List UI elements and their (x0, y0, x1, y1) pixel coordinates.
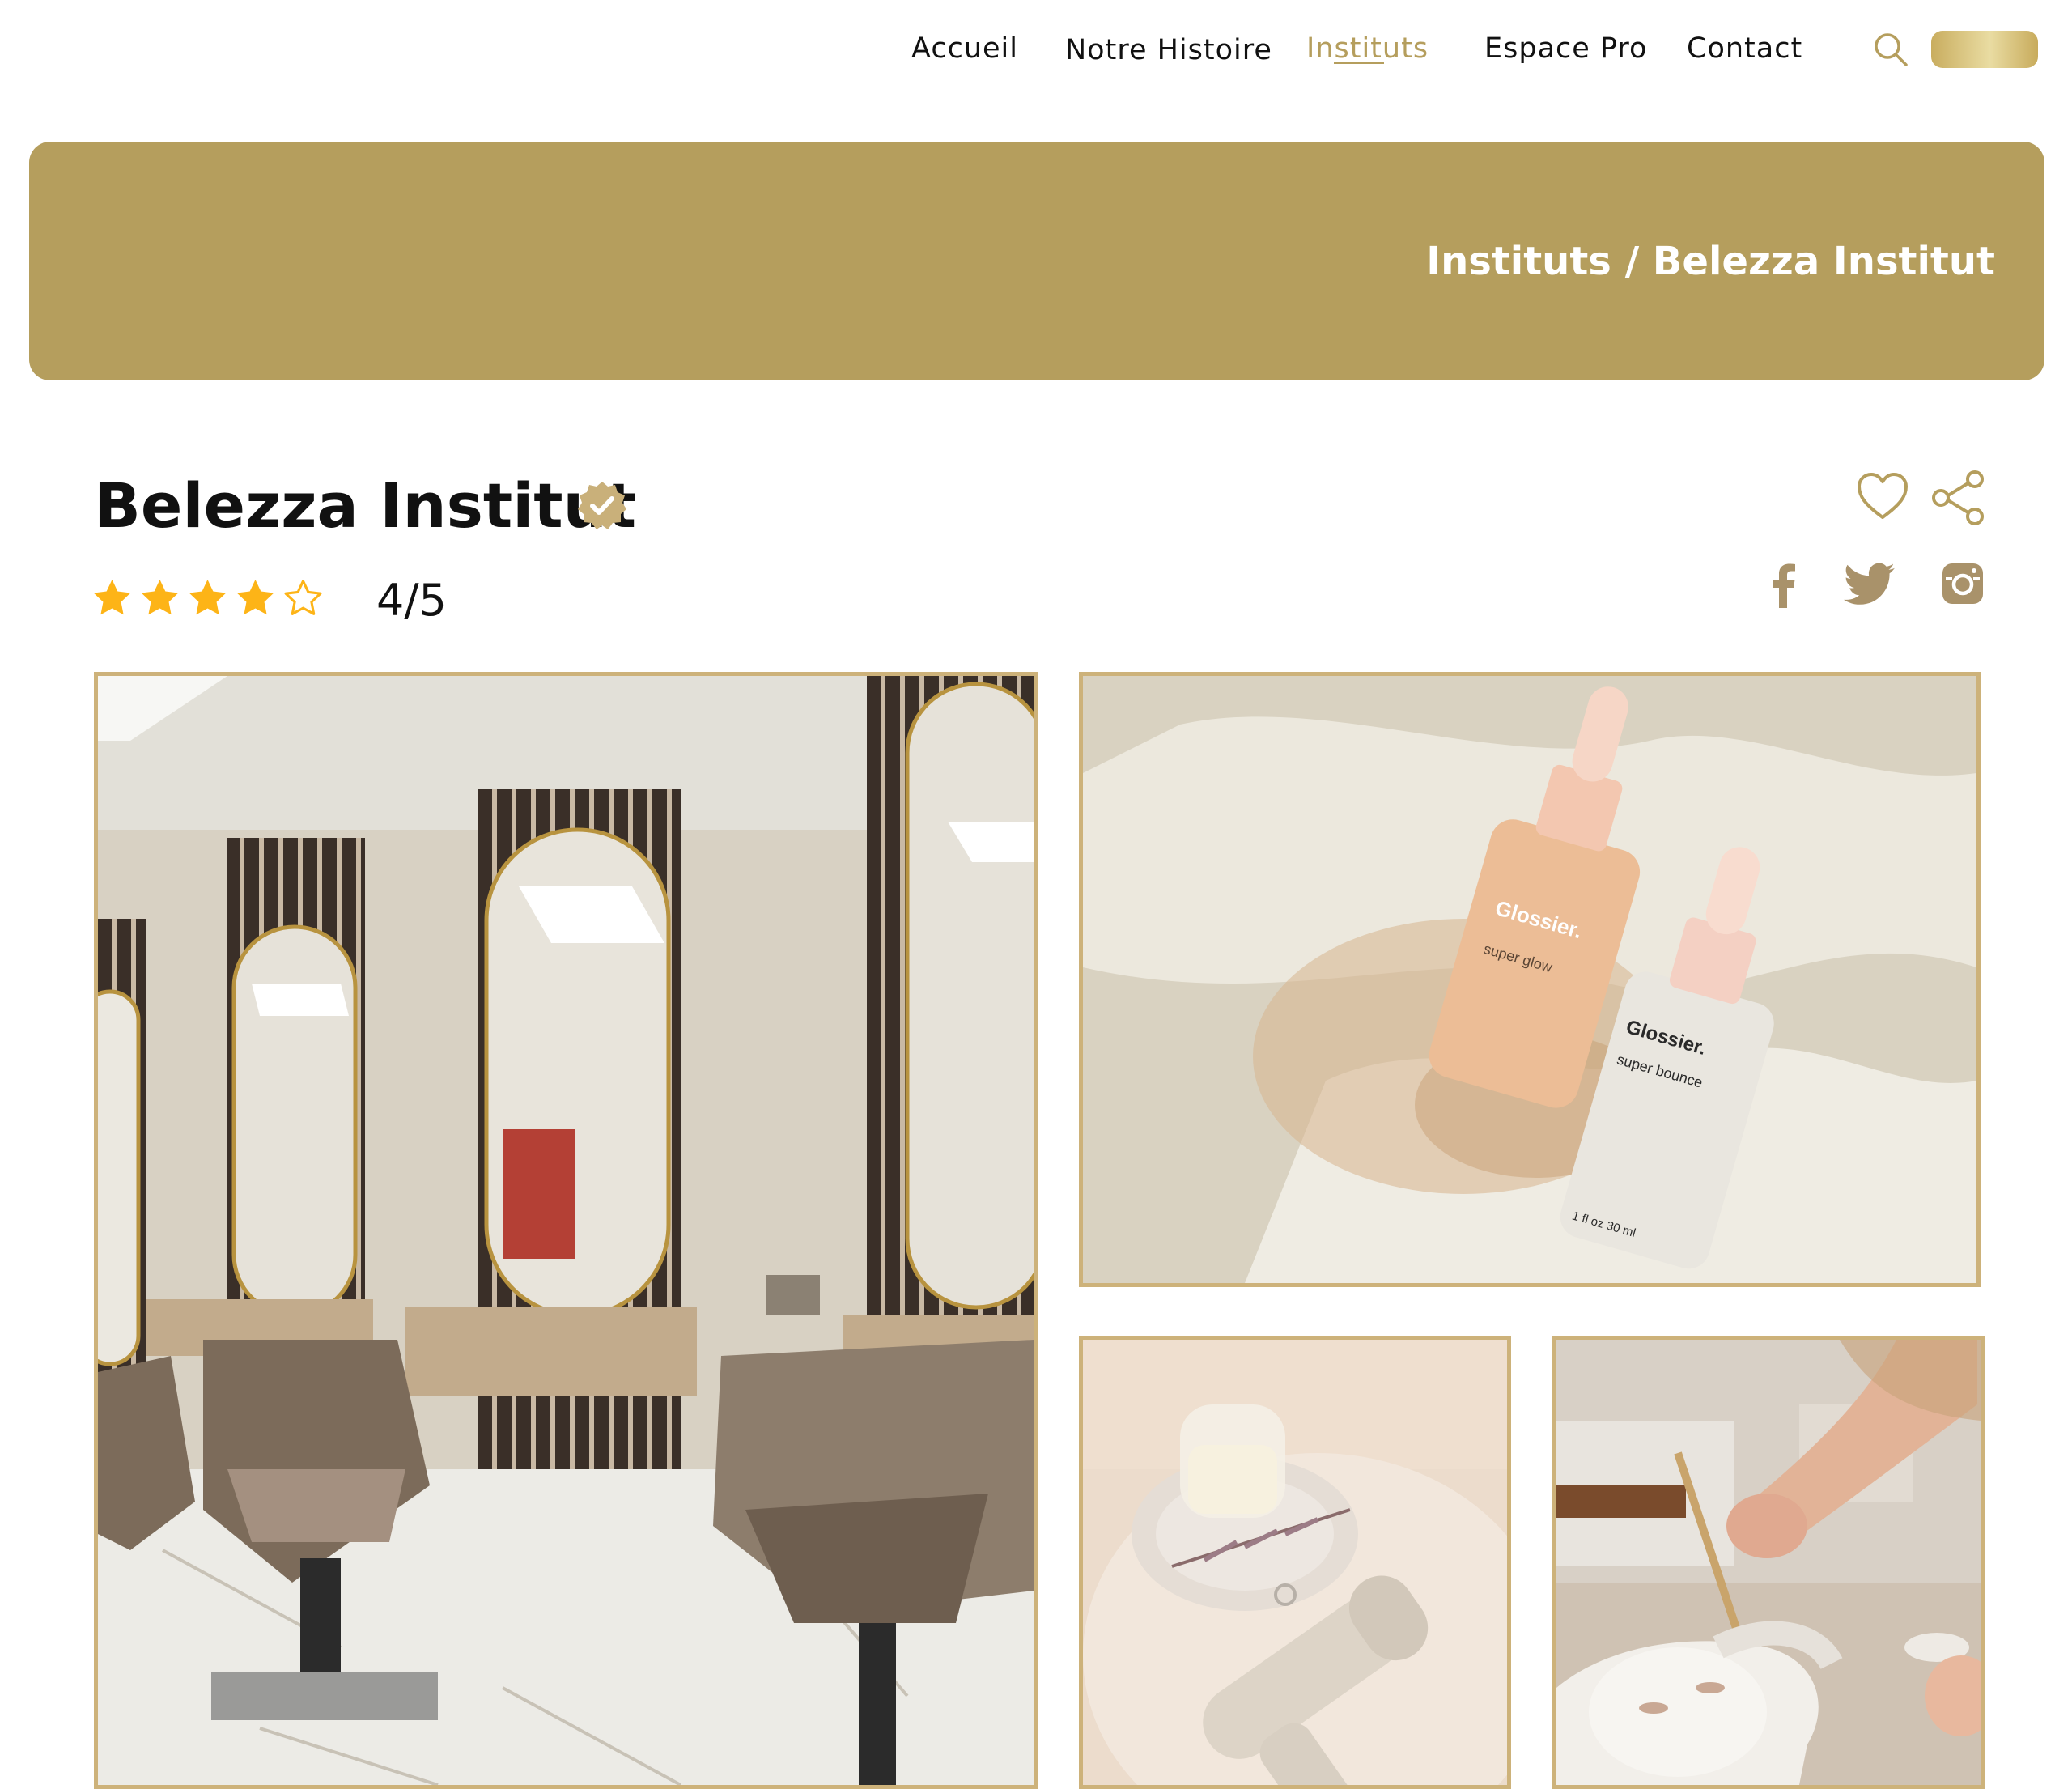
twitter-icon[interactable] (1844, 562, 1896, 607)
star-empty-icon (284, 580, 322, 615)
star-filled-icon (93, 579, 131, 615)
nav-item-accueil[interactable]: Accueil (911, 32, 1018, 65)
serums-photo-image: Glossier. super glow Glossier. super bou… (1083, 676, 1976, 1283)
page-title: Belezza Institut (94, 470, 637, 542)
star-filled-icon (236, 579, 274, 615)
instagram-icon[interactable] (1941, 562, 1985, 606)
heart-icon[interactable] (1857, 472, 1909, 521)
nav-item-contact[interactable]: Contact (1687, 32, 1802, 65)
menu-button[interactable] (1931, 31, 2038, 68)
nav-item-instituts[interactable]: Instituts (1306, 32, 1429, 65)
gallery-photo-serums[interactable]: Glossier. super glow Glossier. super bou… (1079, 672, 1981, 1287)
active-nav-underline (1334, 62, 1384, 64)
gallery-photo-salon[interactable] (94, 672, 1038, 1789)
salon-photo-image (98, 676, 1034, 1785)
star-filled-icon (141, 579, 179, 615)
rating-stars (91, 576, 325, 618)
nav-item-espace-pro[interactable]: Espace Pro (1484, 32, 1647, 65)
candle-photo-image (1083, 1340, 1507, 1785)
breadcrumb: Instituts / Belezza Institut (1426, 239, 1995, 284)
facebook-icon[interactable] (1769, 563, 1797, 608)
gallery-photo-candle[interactable] (1079, 1336, 1511, 1789)
verified-badge-icon (578, 482, 626, 529)
rating-value: 4/5 (376, 575, 447, 626)
gallery-photo-facial[interactable] (1552, 1336, 1985, 1789)
share-icon[interactable] (1930, 470, 1988, 526)
page-banner: Instituts / Belezza Institut (29, 142, 2044, 380)
search-icon[interactable] (1872, 31, 1909, 68)
nav-item-notre-histoire[interactable]: Notre Histoire (1065, 34, 1272, 66)
facial-photo-image (1556, 1340, 1981, 1785)
star-filled-icon (189, 579, 227, 615)
